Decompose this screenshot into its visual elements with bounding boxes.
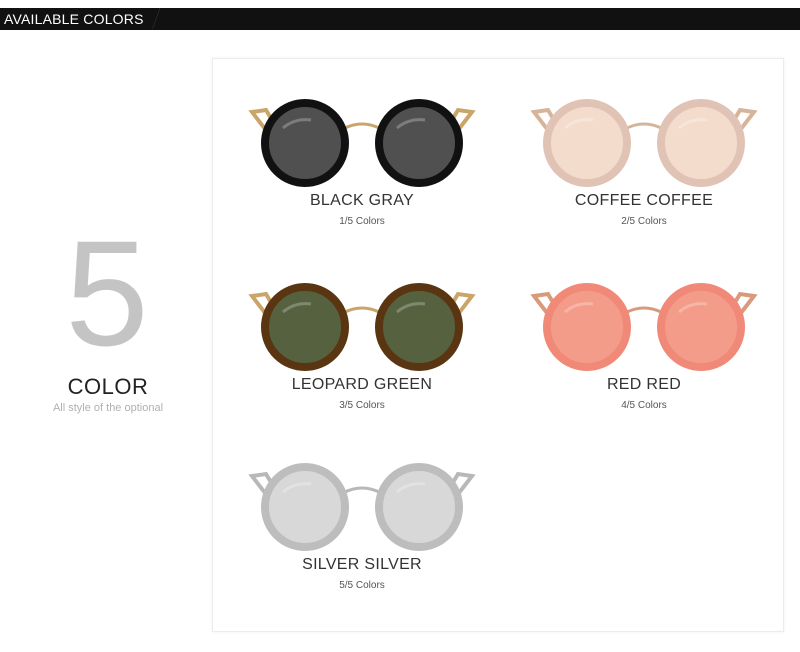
product-name: RED RED	[606, 376, 682, 393]
bridge	[626, 122, 662, 130]
header-bar	[152, 8, 800, 30]
product-count: 1/5 Colors	[339, 216, 385, 227]
product-item[interactable]: COFFEE COFFEE 2/5 Colors	[514, 98, 774, 227]
bridge	[344, 122, 380, 130]
left-lens	[261, 283, 349, 371]
left-lens	[261, 99, 349, 187]
bridge	[344, 306, 380, 314]
product-name: LEOPARD GREEN	[291, 376, 433, 393]
product-count: 2/5 Colors	[621, 216, 667, 227]
product-name: COFFEE COFFEE	[574, 192, 714, 209]
product-item[interactable]: BLACK GRAY 1/5 Colors	[232, 98, 492, 227]
section-header: AVAILABLE COLORS	[0, 8, 160, 30]
sunglasses-image	[248, 283, 476, 371]
color-count: 5	[65, 209, 149, 377]
left-lens	[261, 463, 349, 551]
left-lens	[543, 283, 631, 371]
right-lens	[375, 99, 463, 187]
product-name: BLACK GRAY	[309, 192, 415, 209]
right-lens	[657, 99, 745, 187]
section-title: AVAILABLE COLORS	[4, 11, 144, 27]
right-lens	[375, 283, 463, 371]
right-lens	[375, 463, 463, 551]
product-count: 4/5 Colors	[621, 400, 667, 411]
bridge	[626, 306, 662, 314]
sunglasses-image	[530, 99, 758, 187]
product-item[interactable]: LEOPARD GREEN 3/5 Colors	[232, 282, 492, 411]
header-divider	[0, 29, 800, 30]
product-count: 5/5 Colors	[339, 580, 385, 591]
color-label: COLOR	[67, 374, 149, 399]
color-subtitle: All style of the optional	[52, 402, 164, 414]
bridge	[344, 486, 380, 494]
left-lens	[543, 99, 631, 187]
product-item[interactable]: RED RED 4/5 Colors	[514, 282, 774, 411]
sunglasses-image	[530, 283, 758, 371]
sunglasses-image	[248, 99, 476, 187]
right-lens	[657, 283, 745, 371]
product-name: SILVER SILVER	[302, 556, 422, 573]
product-item[interactable]: SILVER SILVER 5/5 Colors	[232, 462, 492, 591]
sunglasses-image	[248, 463, 476, 551]
product-count: 3/5 Colors	[339, 400, 385, 411]
